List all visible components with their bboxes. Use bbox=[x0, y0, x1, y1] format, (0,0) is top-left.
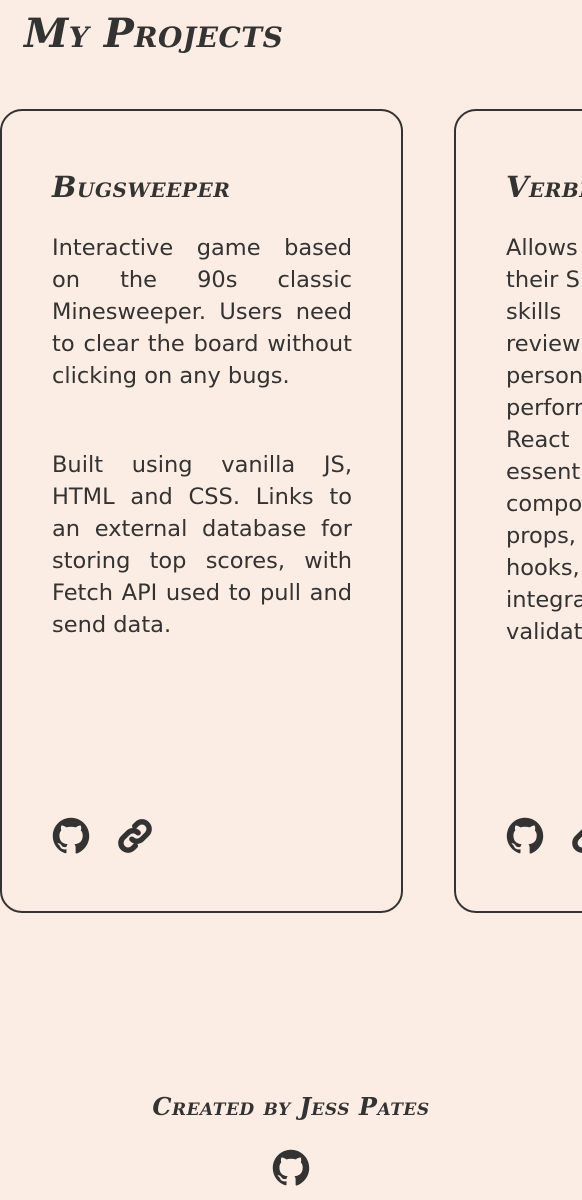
footer-credit: Created by Jess Pates bbox=[152, 1092, 430, 1121]
description-line: compo bbox=[506, 491, 582, 517]
project-card-verbi: Verbi Allows their S skills review perso… bbox=[454, 109, 582, 913]
description-line: their S bbox=[506, 267, 580, 293]
link-icon[interactable] bbox=[570, 817, 582, 855]
description-line: essent bbox=[506, 459, 581, 485]
github-icon[interactable] bbox=[52, 817, 90, 855]
project-description: Allows their S skills review person perf… bbox=[506, 232, 582, 648]
link-icon[interactable] bbox=[116, 817, 154, 855]
project-tech: Built using vanilla JS, HTML and CSS. Li… bbox=[52, 452, 352, 638]
project-links bbox=[506, 817, 582, 855]
description-line: props, bbox=[506, 523, 576, 549]
description-line: hooks, bbox=[506, 555, 580, 581]
project-links bbox=[52, 817, 154, 855]
project-title: Verbi bbox=[506, 170, 582, 204]
description-line: validat bbox=[506, 619, 582, 645]
description-line: perforn bbox=[506, 395, 582, 421]
github-icon[interactable] bbox=[272, 1149, 310, 1187]
page-title: My Projects bbox=[24, 10, 284, 57]
description-line: skills bbox=[506, 299, 562, 325]
projects-carousel[interactable]: Bugsweeper Interactive game based on the… bbox=[0, 109, 582, 914]
description-line: Allows bbox=[506, 235, 578, 261]
description-line: React bbox=[506, 427, 570, 453]
description-line: integra bbox=[506, 587, 582, 613]
description-line: review bbox=[506, 331, 581, 357]
description-line: person bbox=[506, 363, 582, 389]
project-card-bugsweeper: Bugsweeper Interactive game based on the… bbox=[0, 109, 403, 913]
project-description: Interactive game based on the 90s classi… bbox=[52, 235, 352, 389]
project-title: Bugsweeper bbox=[52, 170, 231, 204]
github-icon[interactable] bbox=[506, 817, 544, 855]
